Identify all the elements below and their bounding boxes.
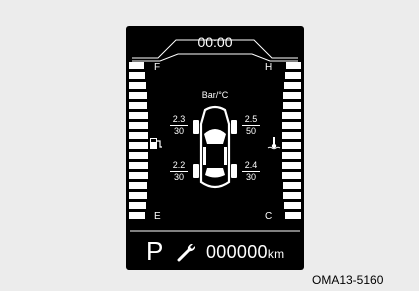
odometer-value: 000000 xyxy=(206,242,268,262)
status-bar: P 000000km xyxy=(126,230,304,270)
coolant-temperature-icon xyxy=(267,137,281,150)
clock-display: 00:00 xyxy=(197,34,233,50)
car-top-view-icon xyxy=(193,105,237,189)
tire-front-right-reading: 2.5 50 xyxy=(242,114,260,137)
tire-front-left-temp: 30 xyxy=(173,126,184,136)
tire-rear-right-temp: 30 xyxy=(245,172,256,182)
odometer: 000000km xyxy=(206,242,284,263)
wrench-icon xyxy=(177,244,195,262)
tire-rear-left-reading: 2.2 30 xyxy=(170,160,188,183)
temp-cold-label: C xyxy=(265,211,273,222)
status-divider xyxy=(130,230,300,232)
tire-rear-right-pressure: 2.4 xyxy=(242,160,260,172)
instrument-cluster-display: 00:00 F E H C Bar/°C 2.3 30 2.5 50 2.2 3… xyxy=(126,26,304,270)
gear-indicator: P xyxy=(146,236,164,266)
temp-hot-label: H xyxy=(265,62,273,73)
tire-front-right-temp: 50 xyxy=(245,126,256,136)
tire-rear-left-pressure: 2.2 xyxy=(170,160,188,172)
tire-front-left-reading: 2.3 30 xyxy=(170,114,188,137)
tpms-unit-label: Bar/°C xyxy=(201,90,229,100)
fuel-icon xyxy=(150,138,162,149)
tire-rear-left-temp: 30 xyxy=(173,172,184,182)
tire-rear-right-reading: 2.4 30 xyxy=(242,160,260,183)
tire-front-left-pressure: 2.3 xyxy=(170,114,188,126)
tire-front-right-pressure: 2.5 xyxy=(242,114,260,126)
odometer-unit: km xyxy=(267,247,285,261)
figure-code: OMA13-5160 xyxy=(312,273,384,287)
